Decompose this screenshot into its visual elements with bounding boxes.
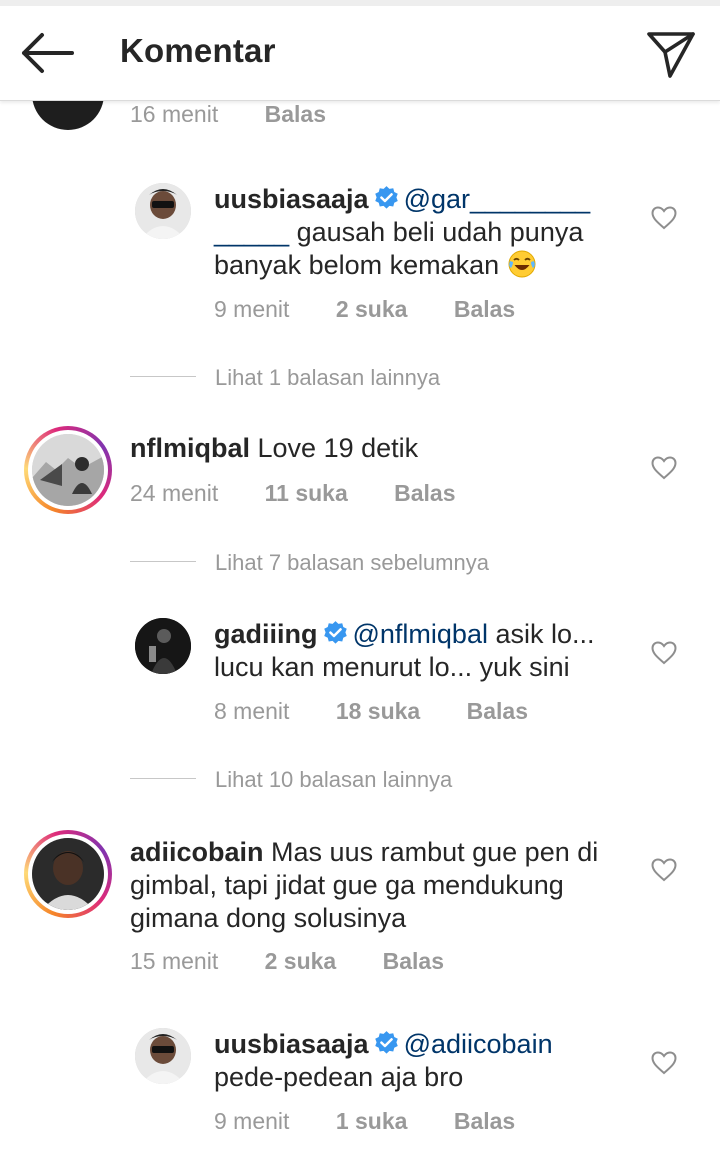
comment-time: 9 menit: [214, 296, 290, 322]
comment-time: 8 menit: [214, 698, 290, 724]
like-heart-icon[interactable]: [651, 206, 677, 230]
view-previous-replies[interactable]: Lihat 7 balasan sebelumnya: [215, 550, 489, 576]
top-app-bar: Komentar: [0, 6, 720, 101]
comment-body: gadiiing @nflmiqbal asik lo... lucu kan m…: [214, 618, 634, 684]
mention-link[interactable]: @nflmiqbal: [353, 619, 488, 649]
comment-meta: 16 menit Balas: [130, 101, 326, 128]
like-heart-icon[interactable]: [651, 456, 677, 480]
reply-button[interactable]: Balas: [467, 698, 528, 725]
mention-link[interactable]: @adiicobain: [404, 1029, 553, 1059]
avatar[interactable]: [32, 434, 104, 506]
view-more-replies[interactable]: Lihat 10 balasan lainnya: [215, 767, 452, 793]
comment-text: lucu kan menurut lo... yuk sini: [214, 652, 570, 682]
view-more-replies[interactable]: Lihat 1 balasan lainnya: [215, 365, 440, 391]
verified-badge-icon: [374, 1031, 398, 1054]
share-button[interactable]: [644, 26, 698, 80]
avatar[interactable]: [32, 838, 104, 910]
comment-meta: 15 menit 2 suka Balas: [130, 948, 444, 975]
face-with-tears-of-joy-icon: [508, 250, 536, 278]
comment-text: asik lo...: [495, 619, 595, 649]
mention-link-continued[interactable]: _____: [214, 217, 289, 247]
comment-meta: 8 menit 18 suka Balas: [214, 698, 528, 725]
avatar[interactable]: [135, 183, 191, 239]
reply-button[interactable]: Balas: [454, 296, 515, 323]
comment-text: gimbal, tapi jidat gue ga mendukung: [130, 870, 564, 900]
verified-badge-icon: [374, 186, 398, 209]
comment-meta: 9 menit 2 suka Balas: [214, 296, 515, 323]
comment-time: 16 menit: [130, 101, 219, 127]
comment-time: 15 menit: [130, 948, 219, 974]
page-title: Komentar: [120, 32, 276, 69]
comment-body: uusbiasaaja @gar________ _____ gausah bel…: [214, 183, 614, 282]
likes-count[interactable]: 2 suka: [265, 948, 337, 975]
reply-button[interactable]: Balas: [454, 1108, 515, 1135]
verified-badge-icon: [323, 621, 347, 644]
comment-text: banyak belom kemakan: [214, 250, 500, 280]
arrow-left-icon: [22, 33, 74, 73]
divider: [130, 561, 196, 562]
comment-text: Mas uus rambut gue pen di: [271, 837, 599, 867]
comment-username[interactable]: adiicobain: [130, 837, 264, 867]
like-heart-icon[interactable]: [651, 641, 677, 665]
comment-time: 24 menit: [130, 480, 219, 506]
comment-body: uusbiasaaja @adiicobain pede-pedean aja b…: [214, 1028, 634, 1094]
comment-body: nflmiqbal Love 19 detik: [130, 432, 610, 465]
like-heart-icon[interactable]: [651, 1051, 677, 1075]
reply-button[interactable]: Balas: [383, 948, 444, 975]
like-heart-icon[interactable]: [651, 858, 677, 882]
comment-text: Love 19 detik: [257, 433, 419, 463]
comment-time: 9 menit: [214, 1108, 290, 1134]
likes-count[interactable]: 2 suka: [336, 296, 408, 323]
mention-link[interactable]: @gar________: [404, 184, 591, 214]
comment-username[interactable]: uusbiasaaja: [214, 184, 369, 214]
comment-username[interactable]: nflmiqbal: [130, 433, 250, 463]
comment-username[interactable]: gadiiing: [214, 619, 318, 649]
story-ring[interactable]: [24, 426, 112, 514]
reply-button[interactable]: Balas: [394, 480, 455, 507]
divider: [130, 778, 196, 779]
comment-text: pede-pedean aja bro: [214, 1062, 464, 1092]
comment-body: adiicobain Mas uus rambut gue pen di gim…: [130, 836, 630, 935]
avatar[interactable]: [135, 1028, 191, 1084]
comments-list[interactable]: 16 menit Balas uusbiasaaja @gar________ _…: [0, 0, 720, 1154]
likes-count[interactable]: 1 suka: [336, 1108, 408, 1135]
back-button[interactable]: [18, 30, 76, 76]
comment-meta: 24 menit 11 suka Balas: [130, 480, 456, 507]
divider: [130, 376, 196, 377]
story-ring[interactable]: [24, 830, 112, 918]
comment-meta: 9 menit 1 suka Balas: [214, 1108, 515, 1135]
avatar[interactable]: [135, 618, 191, 674]
likes-count[interactable]: 18 suka: [336, 698, 420, 725]
likes-count[interactable]: 11 suka: [265, 480, 348, 507]
comment-text: gimana dong solusinya: [130, 903, 407, 933]
paper-plane-icon: [647, 32, 695, 78]
comment-text: gausah beli udah punya: [296, 217, 584, 247]
reply-button[interactable]: Balas: [265, 101, 326, 128]
comment-username[interactable]: uusbiasaaja: [214, 1029, 369, 1059]
